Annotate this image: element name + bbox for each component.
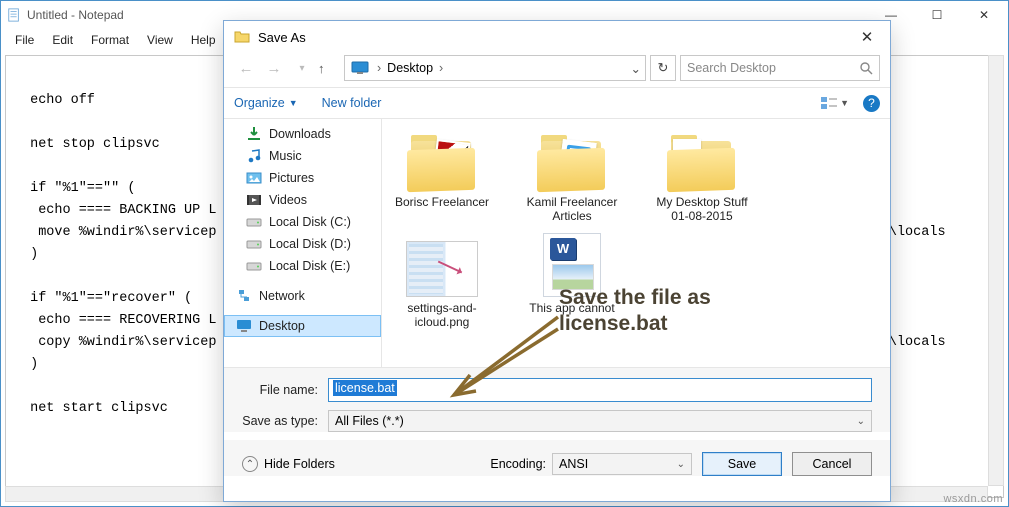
sidebar-item-disk-c[interactable]: Local Disk (C:)	[224, 211, 381, 233]
search-icon	[860, 62, 873, 75]
folder-icon	[234, 29, 250, 45]
back-button[interactable]: ←	[234, 60, 258, 77]
collapse-icon: ⌃	[242, 456, 258, 472]
menu-help[interactable]: Help	[183, 31, 224, 49]
notepad-title: Untitled - Notepad	[27, 8, 124, 22]
menu-edit[interactable]: Edit	[44, 31, 81, 49]
chevron-down-icon: ⌄	[857, 416, 865, 427]
sidebar: Downloads Music Pictures Videos Local Di…	[224, 119, 382, 367]
search-placeholder: Search Desktop	[687, 61, 776, 75]
music-icon	[246, 148, 262, 164]
menu-format[interactable]: Format	[83, 31, 137, 49]
folder-icon	[407, 135, 477, 191]
videos-icon	[246, 192, 262, 208]
menu-view[interactable]: View	[139, 31, 181, 49]
annotation-text: Save the file as license.bat	[559, 285, 711, 337]
network-icon	[236, 288, 252, 304]
disk-icon	[246, 214, 262, 230]
search-input[interactable]: Search Desktop	[680, 55, 880, 81]
chevron-down-icon: ⌄	[677, 459, 685, 470]
sidebar-item-disk-d[interactable]: Local Disk (D:)	[224, 233, 381, 255]
sidebar-item-disk-e[interactable]: Local Disk (E:)	[224, 255, 381, 277]
up-button[interactable]: ↑	[318, 61, 340, 76]
saveastype-select[interactable]: All Files (*.*)⌄	[328, 410, 872, 432]
encoding-label: Encoding:	[490, 457, 546, 471]
history-dropdown[interactable]: ▾	[290, 63, 314, 74]
chevron-right-icon: ›	[373, 61, 385, 75]
chevron-right-icon: ›	[435, 61, 447, 75]
folder-icon	[537, 135, 607, 191]
watermark: wsxdn.com	[943, 493, 1003, 505]
save-as-dialog: Save As ✕ ← → ▾ ↑ › Desktop › ⌄ ↻ Search…	[223, 20, 891, 502]
file-item-folder[interactable]: Kamil Freelancer Articles	[522, 127, 622, 223]
saveastype-label: Save as type:	[242, 414, 328, 428]
breadcrumb-dropdown-icon[interactable]: ⌄	[631, 61, 641, 76]
save-button[interactable]: Save	[702, 452, 782, 476]
dialog-titlebar: Save As ✕	[224, 21, 890, 53]
sidebar-item-downloads[interactable]: Downloads	[224, 123, 381, 145]
filename-label: File name:	[242, 383, 328, 397]
file-item-image[interactable]: settings-and-icloud.png	[392, 233, 492, 329]
sidebar-item-videos[interactable]: Videos	[224, 189, 381, 211]
desktop-icon	[236, 318, 252, 334]
chevron-down-icon: ▼	[289, 98, 298, 108]
nav-bar: ← → ▾ ↑ › Desktop › ⌄ ↻ Search Desktop	[224, 53, 890, 87]
encoding-select[interactable]: ANSI⌄	[552, 453, 692, 475]
close-button[interactable]: ✕	[960, 1, 1008, 29]
dialog-title: Save As	[258, 30, 306, 45]
file-item-folder[interactable]: Borisc Freelancer	[392, 127, 492, 223]
maximize-button[interactable]: ☐	[914, 1, 960, 29]
dialog-toolbar: Organize▼ New folder ▼ ?	[224, 87, 890, 119]
pictures-icon	[246, 170, 262, 186]
cancel-button[interactable]: Cancel	[792, 452, 872, 476]
sidebar-item-network[interactable]: Network	[224, 285, 381, 307]
sidebar-item-music[interactable]: Music	[224, 145, 381, 167]
file-item-folder[interactable]: My Desktop Stuff 01-08-2015	[652, 127, 752, 223]
folder-icon	[667, 135, 737, 191]
dialog-close-button[interactable]: ✕	[846, 23, 888, 51]
monitor-icon	[351, 61, 369, 75]
view-options-button[interactable]: ▼	[821, 97, 849, 109]
vertical-scrollbar[interactable]	[988, 55, 1004, 486]
refresh-button[interactable]: ↻	[650, 55, 676, 81]
download-icon	[246, 126, 262, 142]
image-icon	[406, 241, 478, 297]
forward-button[interactable]: →	[262, 60, 286, 77]
breadcrumb-desktop[interactable]: Desktop	[385, 61, 435, 75]
disk-icon	[246, 236, 262, 252]
organize-menu[interactable]: Organize▼	[234, 96, 298, 110]
sidebar-item-pictures[interactable]: Pictures	[224, 167, 381, 189]
menu-file[interactable]: File	[7, 31, 42, 49]
disk-icon	[246, 258, 262, 274]
hide-folders-button[interactable]: ⌃ Hide Folders	[242, 456, 335, 472]
filename-input[interactable]: license.bat	[328, 378, 872, 402]
help-button[interactable]: ?	[863, 95, 880, 112]
new-folder-button[interactable]: New folder	[322, 96, 382, 110]
notepad-icon	[7, 8, 21, 22]
sidebar-item-desktop[interactable]: Desktop	[224, 315, 381, 337]
breadcrumb-bar[interactable]: › Desktop › ⌄	[344, 55, 646, 81]
